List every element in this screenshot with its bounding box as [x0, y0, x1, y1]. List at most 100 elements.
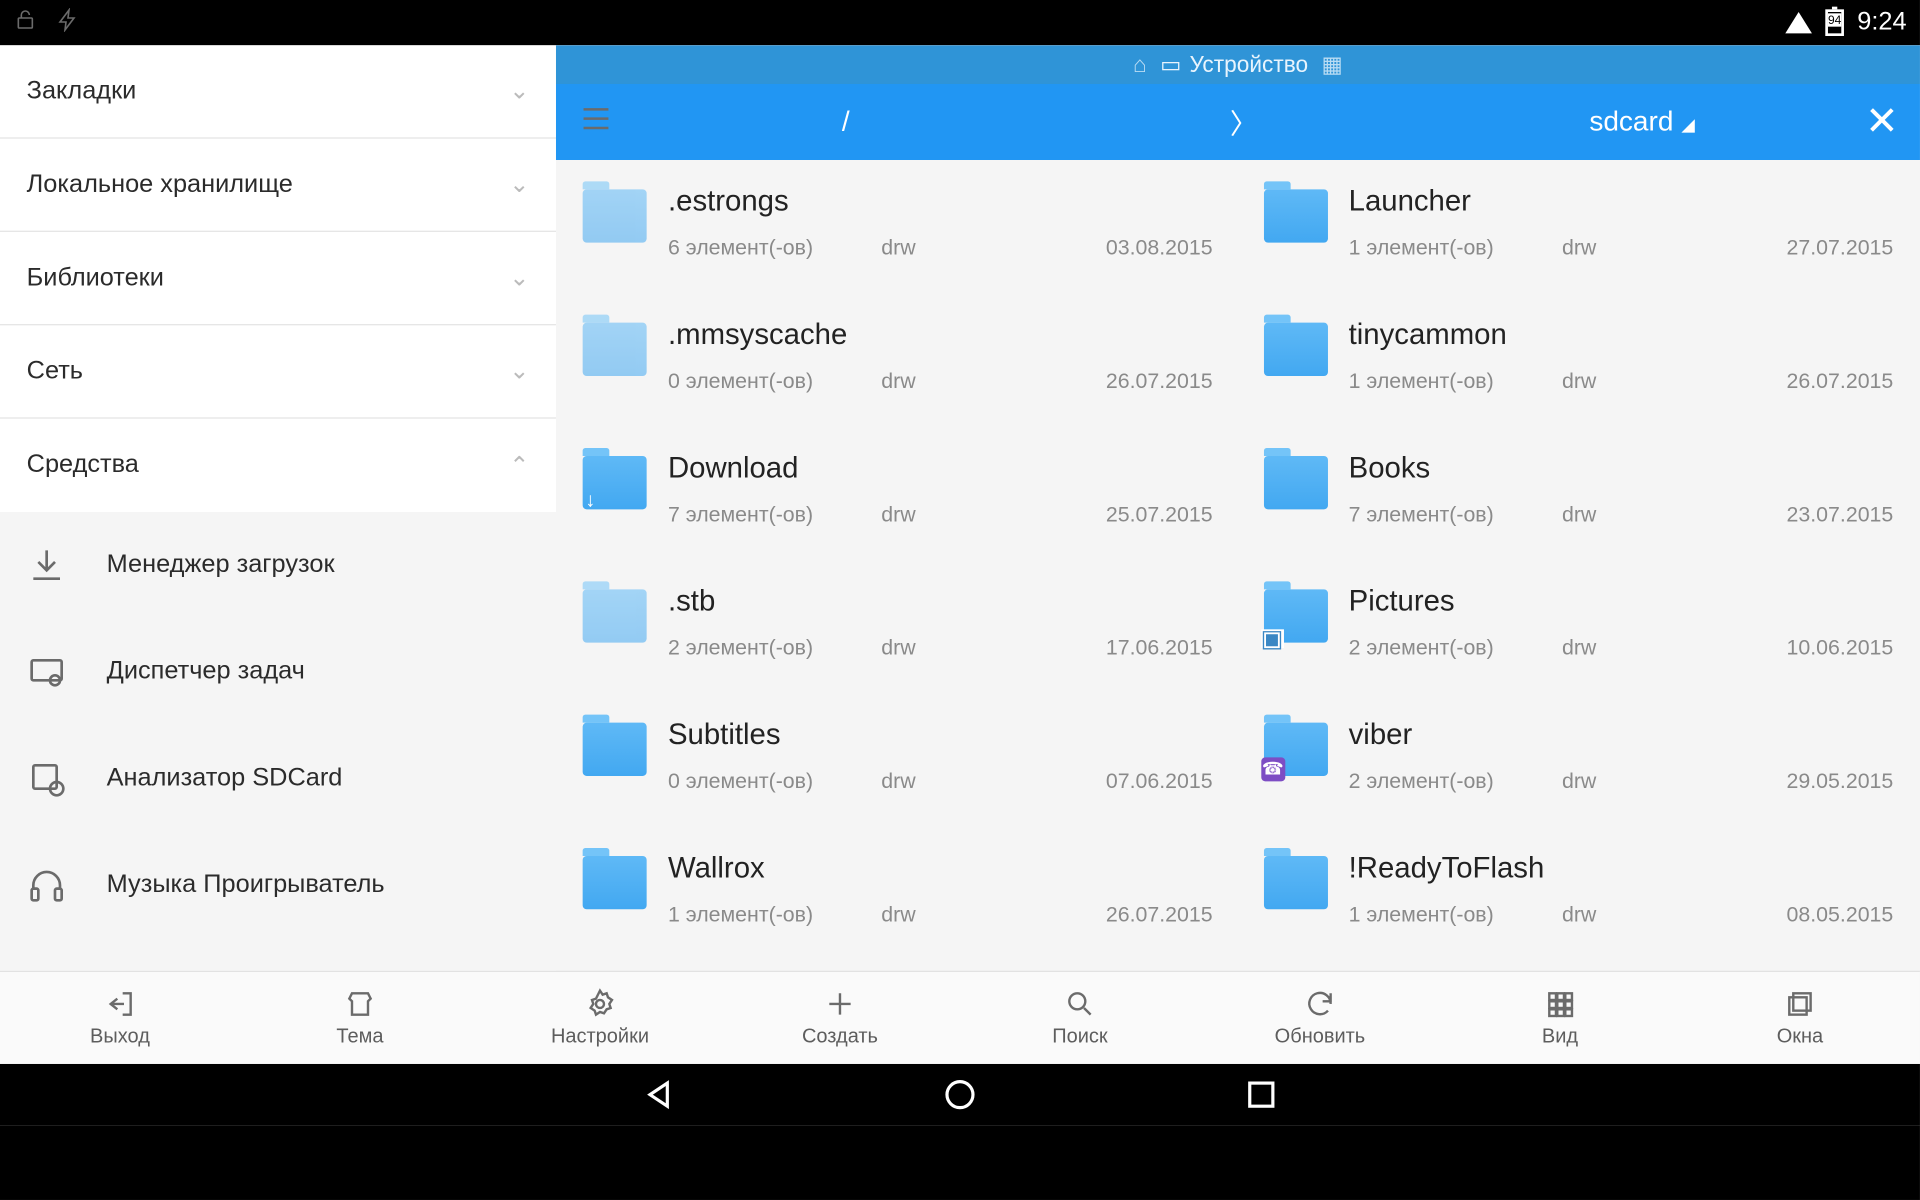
file-item[interactable]: Books7 элемент(-ов)drw23.07.2015 [1258, 437, 1899, 570]
refresh-icon [1304, 988, 1336, 1020]
appbar-refresh[interactable]: Обновить [1200, 972, 1440, 1064]
sidebar-tool-downloads[interactable]: Менеджер загрузок [0, 512, 556, 619]
bolt-icon [56, 7, 80, 38]
lock-icon [13, 7, 37, 38]
file-count: 7 элемент(-ов) [1349, 504, 1562, 528]
list-icon[interactable] [577, 99, 614, 144]
breadcrumb-tabbar: ⌂ ▭ Устройство ▦ [556, 45, 1920, 84]
status-bar: 94 9:24 [0, 0, 1920, 45]
file-item[interactable]: Launcher1 элемент(-ов)drw27.07.2015 [1258, 171, 1899, 304]
appbar-create[interactable]: Создать [720, 972, 960, 1064]
file-date: 10.06.2015 [1787, 637, 1894, 661]
sidebar-section-bookmarks[interactable]: Закладки ⌄ [0, 45, 556, 138]
sidebar-section-label: Средства [27, 451, 139, 480]
folder-icon [1263, 723, 1327, 776]
sidebar-section-network[interactable]: Сеть ⌄ [0, 325, 556, 418]
back-icon[interactable] [641, 1077, 676, 1112]
chevron-down-icon: ⌄ [509, 264, 529, 292]
main-panel: ⌂ ▭ Устройство ▦ / 〉 sdcard◢ ✕ .estrongs… [556, 45, 1920, 970]
folder-icon [1263, 323, 1327, 376]
tab-device[interactable]: ▭ Устройство [1160, 51, 1308, 78]
file-name: .mmsyscache [668, 317, 1213, 352]
search-icon [1064, 988, 1096, 1020]
folder-icon [583, 323, 647, 376]
file-name: Pictures [1349, 584, 1894, 619]
file-count: 1 элемент(-ов) [1349, 371, 1562, 395]
dropdown-icon: ◢ [1681, 114, 1694, 134]
file-permissions: drw [1562, 237, 1669, 261]
file-item[interactable]: Download7 элемент(-ов)drw25.07.2015 [577, 437, 1218, 570]
sidebar-section-label: Библиотеки [27, 263, 164, 292]
file-name: tinycammon [1349, 317, 1894, 352]
appbar-label: Настройки [551, 1025, 649, 1048]
file-item[interactable]: .mmsyscache0 элемент(-ов)drw26.07.2015 [577, 304, 1218, 437]
file-item[interactable]: !ReadyToFlash1 элемент(-ов)drw08.05.2015 [1258, 837, 1899, 970]
home-icon[interactable] [943, 1077, 978, 1112]
sidebar-section-label: Локальное хранилище [27, 170, 293, 199]
file-item[interactable]: Pictures2 элемент(-ов)drw10.06.2015 [1258, 571, 1899, 704]
file-count: 2 элемент(-ов) [1349, 637, 1562, 661]
appbar-settings[interactable]: Настройки [480, 972, 720, 1064]
task-icon [27, 652, 67, 692]
path-segment-sdcard[interactable]: sdcard◢ [1443, 106, 1841, 138]
appbar-exit[interactable]: Выход [0, 972, 240, 1064]
download-icon [27, 545, 67, 585]
file-count: 1 элемент(-ов) [1349, 237, 1562, 261]
file-permissions: drw [881, 637, 988, 661]
sidebar-section-tools[interactable]: Средства ⌃ [0, 419, 556, 512]
file-permissions: drw [881, 371, 988, 395]
folder-icon [1263, 589, 1327, 642]
file-permissions: drw [1562, 504, 1669, 528]
chevron-down-icon: ⌄ [509, 357, 529, 385]
appbar-label: Тема [336, 1025, 383, 1048]
battery-icon: 94 [1825, 9, 1844, 36]
recent-icon[interactable] [1244, 1077, 1279, 1112]
sidebar-section-local[interactable]: Локальное хранилище ⌄ [0, 139, 556, 232]
file-permissions: drw [881, 237, 988, 261]
plus-icon [824, 988, 856, 1020]
file-date: 26.07.2015 [1106, 904, 1213, 928]
appbar-view[interactable]: Вид [1440, 972, 1680, 1064]
sidebar-tool-taskmgr[interactable]: Диспетчер задач [0, 619, 556, 726]
path-segment-root[interactable]: / [647, 106, 1045, 138]
file-date: 26.07.2015 [1787, 371, 1894, 395]
close-icon[interactable]: ✕ [1865, 99, 1899, 146]
file-name: !ReadyToFlash [1349, 851, 1894, 886]
appbar-label: Выход [90, 1025, 150, 1048]
appbar-label: Создать [802, 1025, 878, 1048]
file-count: 1 элемент(-ов) [668, 904, 881, 928]
sidebar-tool-music[interactable]: Музыка Проигрыватель [0, 832, 556, 939]
sidebar-tool-label: Менеджер загрузок [107, 551, 335, 580]
appbar-label: Окна [1777, 1025, 1823, 1048]
grid-icon[interactable]: ▦ [1321, 51, 1342, 78]
file-name: Launcher [1349, 184, 1894, 219]
file-date: 23.07.2015 [1787, 504, 1894, 528]
sidebar-tool-label: Анализатор SDCard [107, 764, 343, 793]
appbar-label: Обновить [1275, 1025, 1366, 1048]
appbar-windows[interactable]: Окна [1680, 972, 1920, 1064]
file-item[interactable]: .stb2 элемент(-ов)drw17.06.2015 [577, 571, 1218, 704]
file-item[interactable]: viber2 элемент(-ов)drw29.05.2015 [1258, 704, 1899, 837]
file-grid: .estrongs6 элемент(-ов)drw03.08.2015 Laun… [556, 160, 1920, 971]
file-item[interactable]: Subtitles0 элемент(-ов)drw07.06.2015 [577, 704, 1218, 837]
folder-icon [583, 723, 647, 776]
file-item[interactable]: Wallrox1 элемент(-ов)drw26.07.2015 [577, 837, 1218, 970]
wifi-icon [1785, 12, 1812, 33]
file-permissions: drw [881, 504, 988, 528]
folder-icon [583, 189, 647, 242]
home-icon[interactable]: ⌂ [1133, 51, 1147, 78]
file-item[interactable]: .estrongs6 элемент(-ов)drw03.08.2015 [577, 171, 1218, 304]
sidebar-tool-sdanalyzer[interactable]: Анализатор SDCard [0, 725, 556, 832]
sidebar-tool-label: Музыка Проигрыватель [107, 871, 385, 900]
exit-icon [104, 988, 136, 1020]
appbar-theme[interactable]: Тема [240, 972, 480, 1064]
gear-icon [584, 988, 616, 1020]
appbar-search[interactable]: Поиск [960, 972, 1200, 1064]
file-name: Subtitles [668, 717, 1213, 752]
folder-icon [583, 456, 647, 509]
file-item[interactable]: tinycammon1 элемент(-ов)drw26.07.2015 [1258, 304, 1899, 437]
file-date: 29.05.2015 [1787, 771, 1894, 795]
file-permissions: drw [881, 904, 988, 928]
path-segment-sep: 〉 [1045, 102, 1443, 142]
sidebar-section-libraries[interactable]: Библиотеки ⌄ [0, 232, 556, 325]
